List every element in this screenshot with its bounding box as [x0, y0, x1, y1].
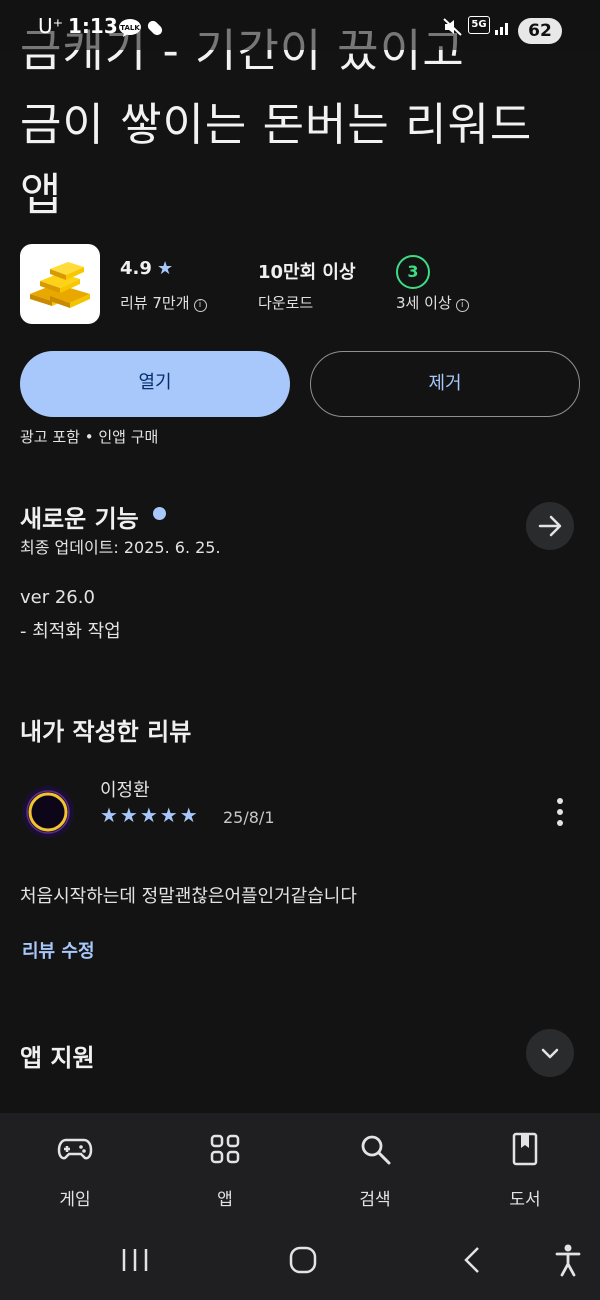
signal-icon — [494, 19, 512, 39]
review-more-button[interactable] — [548, 796, 572, 828]
review-text: 처음시작하는데 정말괜찮은어플인거같습니다 — [20, 886, 357, 907]
version-text: ver 26.0 — [20, 587, 95, 608]
apps-grid-icon — [210, 1134, 240, 1164]
rating-stat: 4.9 ★ — [120, 258, 173, 279]
accessibility-button[interactable] — [554, 1243, 582, 1281]
content-rating-number: 3 — [407, 262, 419, 281]
accessibility-icon — [555, 1244, 581, 1277]
new-indicator-dot — [153, 507, 166, 520]
home-button[interactable] — [288, 1245, 318, 1279]
chevron-down-icon — [541, 1048, 559, 1059]
more-vert-icon — [557, 798, 563, 826]
ads-iap-note: 광고 포함 • 인앱 구매 — [20, 428, 159, 446]
content-rating-label: 3세 이상 — [396, 294, 452, 312]
reviews-count[interactable]: 리뷰 7만개 i — [120, 292, 207, 313]
mute-icon — [442, 17, 464, 41]
talk-notification-icon: TALK — [118, 18, 142, 42]
arrow-right-icon — [538, 515, 562, 537]
star-icon: ★ — [156, 258, 174, 279]
app-support-heading: 앱 지원 — [20, 1044, 95, 1072]
downloads-label: 다운로드 — [258, 294, 314, 312]
nav-games-label: 게임 — [59, 1190, 91, 1210]
app-icon — [20, 244, 100, 324]
battery-level: 62 — [528, 21, 552, 41]
edit-review-link[interactable]: 리뷰 수정 — [22, 937, 95, 963]
app-support-expand-button[interactable] — [526, 1029, 574, 1077]
app-title-line-3: 앱 — [20, 168, 63, 221]
recents-icon — [122, 1249, 148, 1271]
last-updated: 최종 업데이트: 2025. 6. 25. — [20, 538, 221, 557]
nav-games[interactable]: 게임 — [0, 1113, 150, 1223]
open-button[interactable]: 열기 — [20, 351, 290, 417]
reviews-label: 리뷰 7만개 — [120, 294, 190, 312]
review-stars: ★★★★★ — [100, 803, 200, 827]
back-icon — [464, 1247, 479, 1273]
app-title-line-2: 금이 쌓이는 돈버는 리워드 — [20, 98, 533, 151]
whats-new-heading: 새로운 기능 — [20, 505, 139, 533]
downloads-value: 10만회 이상 — [258, 262, 356, 283]
nav-books-label: 도서 — [509, 1190, 541, 1210]
rating-value: 4.9 — [120, 258, 152, 279]
book-icon — [512, 1132, 538, 1166]
nav-search[interactable]: 검색 — [300, 1113, 450, 1223]
uninstall-button[interactable]: 제거 — [310, 351, 580, 417]
review-date: 25/8/1 — [223, 808, 275, 827]
update-note: - 최적화 작업 — [20, 621, 121, 642]
nav-apps-label: 앱 — [217, 1190, 233, 1210]
home-icon — [289, 1246, 317, 1274]
my-review-heading: 내가 작성한 리뷰 — [20, 718, 192, 746]
svg-text:TALK: TALK — [120, 24, 140, 32]
network-badge: 5G — [468, 16, 490, 34]
pill-notification-icon — [145, 18, 165, 42]
status-bar: U⁺ 1:13 TALK 5G 62 — [0, 0, 600, 50]
recent-apps-button[interactable] — [118, 1245, 152, 1279]
content-rating[interactable]: 3세 이상 i — [396, 292, 469, 313]
back-button[interactable] — [460, 1245, 484, 1279]
nav-search-label: 검색 — [359, 1190, 391, 1210]
info-icon: i — [455, 299, 469, 312]
avatar — [22, 786, 74, 838]
carrier-label: U⁺ — [38, 14, 64, 38]
gold-bars-icon — [30, 262, 90, 308]
nav-apps[interactable]: 앱 — [150, 1113, 300, 1223]
bottom-navigation: 게임 앱 검색 도서 — [0, 1113, 600, 1300]
clock: 1:13 — [68, 14, 118, 38]
info-icon: i — [193, 299, 207, 312]
review-author: 이정환 — [100, 780, 150, 801]
battery-indicator: 62 — [518, 18, 562, 44]
gamepad-icon — [57, 1138, 93, 1160]
whats-new-expand-button[interactable] — [526, 502, 574, 550]
content-rating-badge: 3 — [396, 255, 430, 289]
nav-books[interactable]: 도서 — [450, 1113, 600, 1223]
search-icon — [361, 1135, 391, 1165]
